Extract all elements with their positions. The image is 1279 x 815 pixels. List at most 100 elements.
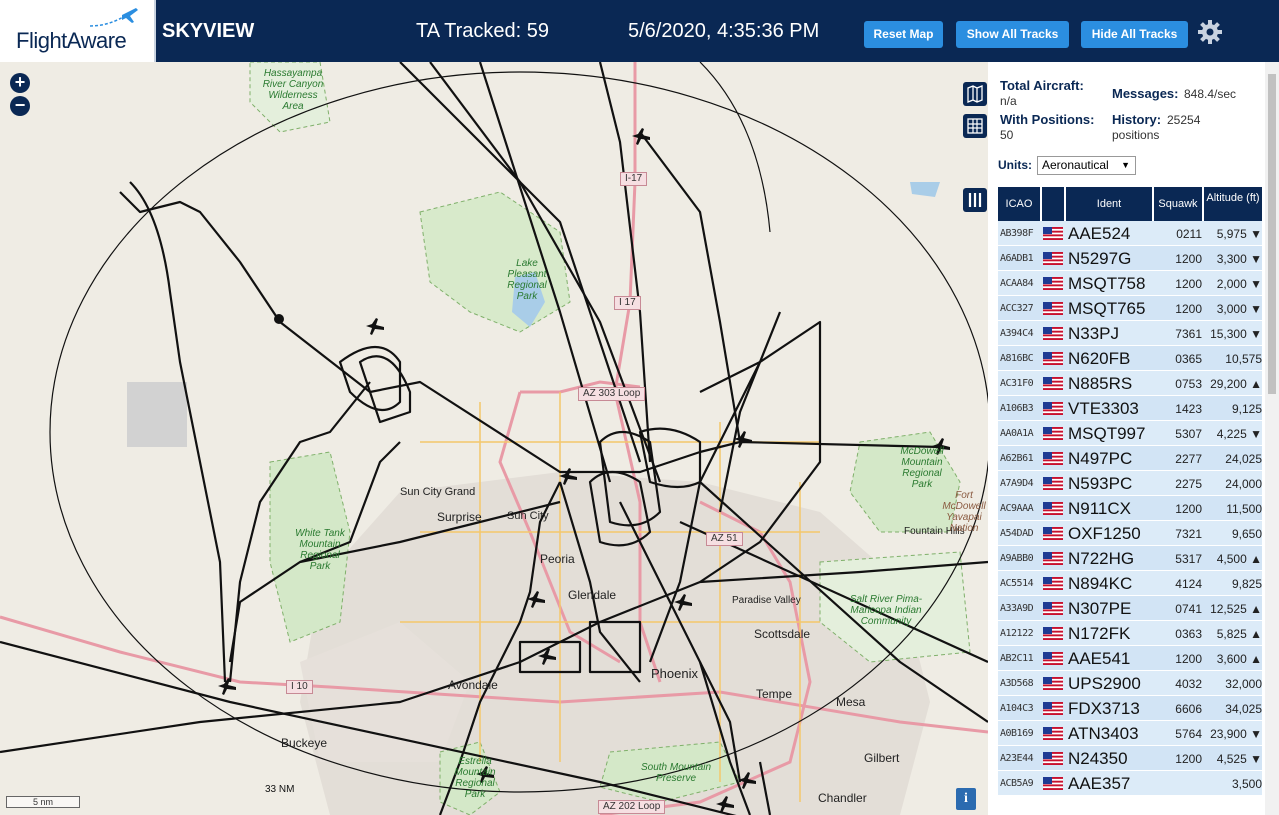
panel-scrollbar[interactable]	[1265, 62, 1279, 815]
squawk-cell: 0363	[1175, 627, 1202, 641]
icao-cell: A23E44	[1000, 753, 1034, 764]
park-label: Lake Pleasant Regional Park	[507, 258, 547, 302]
messages-value: 848.4/sec	[1184, 87, 1237, 101]
ident-cell: N885RS	[1068, 374, 1133, 393]
altitude-cell: 4,500 ▲	[1216, 552, 1262, 566]
altitude-cell: 5,975 ▼	[1216, 227, 1262, 241]
hide-all-tracks-button[interactable]: Hide All Tracks	[1081, 21, 1188, 48]
table-row[interactable]: A33A9D N307PE 0741 12,525 ▲	[998, 596, 1262, 621]
flightaware-logo[interactable]: FlightAware	[0, 0, 156, 62]
road-shield: I 17	[614, 296, 641, 310]
table-row[interactable]: AC5514 N894KC 4124 9,825	[998, 571, 1262, 596]
col-ident[interactable]: Ident	[1066, 187, 1154, 221]
map-view[interactable]: + − Hassayampa River Canyon Wilderness A…	[0, 62, 988, 815]
ident-cell: AAE524	[1068, 224, 1131, 243]
altitude-cell: 34,025	[1225, 702, 1262, 716]
messages-label: Messages:	[1112, 86, 1179, 101]
history-value: 25254 positions	[1112, 113, 1201, 142]
table-row[interactable]: A23E44 N24350 1200 4,525 ▼	[998, 746, 1262, 771]
altitude-cell: 15,300 ▼	[1210, 327, 1262, 341]
ident-cell: N5297G	[1068, 249, 1132, 268]
city-label: Phoenix	[651, 666, 698, 681]
map-scale-bar: 5 nm	[6, 796, 80, 808]
with-positions-label: With Positions:	[1000, 112, 1095, 127]
altitude-cell: 9,650	[1231, 527, 1262, 541]
with-positions-value: 50	[1000, 128, 1014, 142]
icao-cell: A106B3	[1000, 403, 1034, 414]
table-row[interactable]: AC9AAA N911CX 1200 11,500	[998, 496, 1262, 521]
table-row[interactable]: A816BC N620FB 0365 10,575	[998, 346, 1262, 371]
info-button[interactable]: i	[956, 788, 976, 810]
table-row[interactable]: A106B3 VTE3303 1423 9,125	[998, 396, 1262, 421]
table-row[interactable]: A3D568 UPS2900 4032 32,000	[998, 671, 1262, 696]
city-label: Avondale	[448, 678, 498, 692]
table-row[interactable]: AC31F0 N885RS 0753 29,200 ▲	[998, 371, 1262, 396]
reset-map-button[interactable]: Reset Map	[864, 21, 943, 48]
icao-cell: A62B61	[1000, 453, 1034, 464]
squawk-cell: 0211	[1176, 227, 1202, 241]
squawk-cell: 2275	[1175, 477, 1202, 491]
table-row[interactable]: AA0A1A MSQT997 5307 4,225 ▼	[998, 421, 1262, 446]
table-row[interactable]: A394C4 N33PJ 7361 15,300 ▼	[998, 321, 1262, 346]
chevron-down-icon: ▼	[1121, 160, 1130, 170]
show-all-tracks-button[interactable]: Show All Tracks	[956, 21, 1069, 48]
road-shield: AZ 202 Loop	[598, 800, 666, 814]
road-shield: I 10	[286, 680, 313, 694]
ident-cell: N911CX	[1068, 499, 1131, 518]
altitude-cell: 5,825 ▲	[1216, 627, 1262, 641]
scrollbar-thumb[interactable]	[1268, 74, 1276, 394]
ident-cell: N620FB	[1068, 349, 1131, 368]
col-squawk[interactable]: Squawk	[1154, 187, 1204, 221]
us-flag-icon	[1043, 302, 1063, 315]
squawk-cell: 1200	[1175, 652, 1202, 666]
icao-cell: AB398F	[1000, 228, 1034, 239]
table-body: AB398F AAE524 0211 5,975 ▼ A6ADB1 N5297G 1200 3…	[998, 221, 1262, 796]
col-flag[interactable]	[1042, 187, 1066, 221]
squawk-cell: 1200	[1175, 277, 1202, 291]
squawk-cell: 0741	[1175, 602, 1202, 616]
us-flag-icon	[1043, 252, 1063, 265]
altitude-cell: 10,575	[1225, 352, 1262, 366]
table-row[interactable]: A7A9D4 N593PC 2275 24,000	[998, 471, 1262, 496]
icao-cell: A7A9D4	[1000, 478, 1034, 489]
table-row[interactable]: A62B61 N497PC 2277 24,025	[998, 446, 1262, 471]
col-altitude[interactable]: Altitude (ft)	[1204, 187, 1262, 221]
icao-cell: AC5514	[1000, 578, 1034, 589]
squawk-cell: 4032	[1175, 677, 1202, 691]
table-row[interactable]: A12122 N172FK 0363 5,825 ▲	[998, 621, 1262, 646]
columns-icon[interactable]	[963, 188, 987, 212]
zoom-in-button[interactable]: +	[10, 73, 30, 93]
zoom-out-button[interactable]: −	[10, 96, 30, 116]
gear-icon[interactable]	[1197, 19, 1223, 45]
table-row[interactable]: ACB5A9 AAE357 3,500	[998, 771, 1262, 796]
ident-cell: ATN3403	[1068, 724, 1139, 743]
table-row[interactable]: A54DAD OXF1250 7321 9,650	[998, 521, 1262, 546]
city-label: Chandler	[818, 791, 867, 805]
col-icao[interactable]: ICAO	[998, 187, 1042, 221]
units-label: Units:	[998, 158, 1032, 172]
city-label: Scottsdale	[754, 627, 811, 641]
us-flag-icon	[1043, 577, 1063, 590]
altitude-cell: 4,225 ▼	[1216, 427, 1262, 441]
table-row[interactable]: A104C3 FDX3713 6606 34,025	[998, 696, 1262, 721]
table-row[interactable]: AB2C11 AAE541 1200 3,600 ▲	[998, 646, 1262, 671]
city-label: Mesa	[836, 695, 866, 709]
us-flag-icon	[1043, 377, 1063, 390]
grid-icon[interactable]	[963, 114, 987, 138]
park-label: White Tank Mountain Regional Park	[295, 528, 345, 572]
ident-cell: AAE541	[1068, 649, 1131, 668]
city-label: Gilbert	[864, 751, 900, 765]
city-label: Paradise Valley	[732, 595, 801, 606]
map-layer-icon[interactable]	[963, 82, 987, 106]
table-row[interactable]: ACC327 MSQT765 1200 3,000 ▼	[998, 296, 1262, 321]
icao-cell: ACB5A9	[1000, 778, 1034, 789]
us-flag-icon	[1043, 227, 1063, 240]
table-row[interactable]: A9ABB0 N722HG 5317 4,500 ▲	[998, 546, 1262, 571]
table-row[interactable]: A0B169 ATN3403 5764 23,900 ▼	[998, 721, 1262, 746]
table-row[interactable]: A6ADB1 N5297G 1200 3,300 ▼	[998, 246, 1262, 271]
road-shield: AZ 51	[706, 532, 743, 546]
squawk-cell: 2277	[1175, 452, 1202, 466]
table-row[interactable]: ACAA84 MSQT758 1200 2,000 ▼	[998, 271, 1262, 296]
units-select[interactable]: Aeronautical ▼	[1037, 156, 1136, 175]
table-row[interactable]: AB398F AAE524 0211 5,975 ▼	[998, 221, 1262, 246]
